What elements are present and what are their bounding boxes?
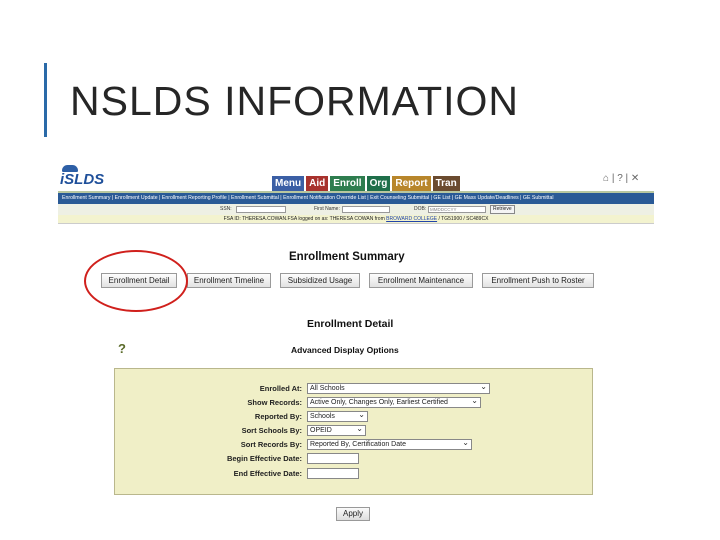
first-name-input[interactable] (342, 206, 390, 213)
sort-schools-label: Sort Schools By: (241, 426, 302, 435)
end-effective-date-input[interactable] (307, 468, 359, 479)
tab-enroll[interactable]: Enroll (330, 176, 365, 191)
header-icons[interactable]: ⌂ | ? | ✕ (603, 173, 639, 184)
retrieve-button[interactable]: Retrieve (490, 205, 515, 214)
nav-ge-submittal[interactable]: GE Submittal (523, 195, 554, 201)
highlight-circle (84, 250, 188, 312)
begin-effective-date-input[interactable] (307, 453, 359, 464)
enrollment-push-to-roster-button[interactable]: Enrollment Push to Roster (482, 273, 594, 288)
begin-effective-date-label: Begin Effective Date: (226, 454, 302, 463)
sort-records-label: Sort Records By: (240, 440, 302, 449)
tab-org[interactable]: Org (366, 176, 391, 191)
nav-enrollment-notification-override[interactable]: Enrollment Notification Override List (283, 195, 366, 201)
sort-records-select[interactable]: Reported By, Certification Date (307, 439, 472, 450)
advanced-options-panel: Enrolled At: All Schools Show Records: A… (114, 368, 593, 495)
nav-enrollment-reporting-profile[interactable]: Enrollment Reporting Profile (162, 195, 227, 201)
subsidized-usage-button[interactable]: Subsidized Usage (280, 273, 360, 288)
dob-input[interactable]: MMDDCCYY (428, 206, 486, 213)
advanced-options-title: Advanced Display Options (291, 345, 399, 355)
summary-title: Enrollment Summary (289, 251, 405, 263)
show-records-select[interactable]: Active Only, Changes Only, Earliest Cert… (307, 397, 481, 408)
tab-tran[interactable]: Tran (432, 176, 460, 191)
reported-by-label: Reported By: (254, 412, 302, 421)
nav-enrollment-update[interactable]: Enrollment Update (115, 195, 158, 201)
nav-enrollment-summary[interactable]: Enrollment Summary (62, 195, 110, 201)
nav-enrollment-submittal[interactable]: Enrollment Submittal (231, 195, 279, 201)
school-link[interactable]: BROWARD COLLEGE (386, 216, 437, 222)
user-info-bar: FSA ID: THERESA.COWAN.FSA logged on as: … (58, 215, 654, 223)
nslds-logo[interactable]: iSLDS (58, 165, 106, 189)
ssn-input[interactable] (236, 206, 286, 213)
tab-menu[interactable]: Menu (272, 176, 305, 191)
logo-text: iSLDS (60, 171, 105, 188)
reported-by-select[interactable]: Schools (307, 411, 368, 422)
main-tabs: Menu Aid Enroll Org Report Tran (272, 176, 460, 191)
show-records-label: Show Records: (247, 398, 302, 407)
enrolled-at-label: Enrolled At: (259, 384, 302, 393)
tab-report[interactable]: Report (392, 176, 431, 191)
sort-schools-select[interactable]: OPEID (307, 425, 366, 436)
enrolled-at-select[interactable]: All Schools (307, 383, 490, 394)
nav-exit-counseling-submittal[interactable]: Exit Counseling Submittal (370, 195, 429, 201)
detail-title: Enrollment Detail (307, 318, 394, 330)
enrollment-timeline-button[interactable]: Enrollment Timeline (187, 273, 271, 288)
help-icon[interactable]: ? (118, 341, 126, 356)
first-name-label: First Name: (314, 206, 340, 212)
enroll-submenu: Enrollment Summary | Enrollment Update |… (58, 193, 654, 204)
ssn-label: SSN: (220, 206, 232, 212)
dob-label: DOB: (414, 206, 427, 212)
user-info-text: FSA ID: THERESA.COWAN.FSA logged on as: … (223, 216, 385, 222)
slide-title: NSLDS INFORMATION (70, 78, 520, 124)
nav-ge-mass-update[interactable]: GE Mass Update/Deadlines (455, 195, 519, 201)
student-search-bar: SSN: First Name: DOB: MMDDCCYY Retrieve (58, 204, 654, 215)
enrollment-maintenance-button[interactable]: Enrollment Maintenance (369, 273, 473, 288)
apply-button[interactable]: Apply (336, 507, 370, 521)
page-divider (58, 223, 654, 224)
school-codes: / TG51900 / SC489CX (438, 216, 489, 222)
nav-ge-list[interactable]: GE List (433, 195, 450, 201)
title-accent-bar (44, 63, 47, 137)
end-effective-date-label: End Effective Date: (233, 469, 302, 478)
tab-aid[interactable]: Aid (306, 176, 329, 191)
